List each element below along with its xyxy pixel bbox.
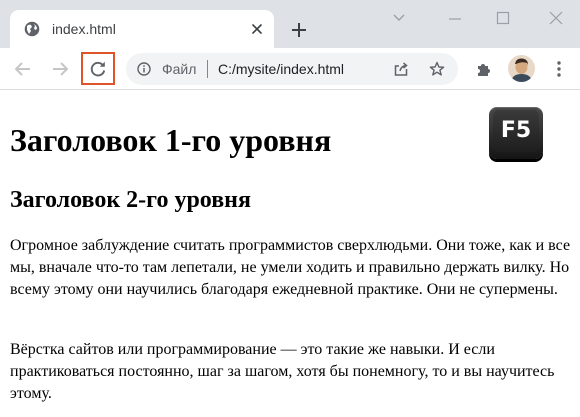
reload-icon	[90, 61, 106, 76]
window-close-icon[interactable]	[549, 11, 563, 25]
star-icon[interactable]	[429, 61, 445, 77]
back-arrow-icon[interactable]	[13, 59, 33, 79]
more-vert-icon[interactable]	[556, 60, 562, 78]
reload-button[interactable]	[81, 52, 115, 85]
page-content: Заголовок 1-го уровня F5 Заголовок 2-го …	[0, 91, 580, 417]
url-text[interactable]: C:/mysite/index.html	[218, 61, 344, 77]
keycap-label: F5	[500, 118, 532, 143]
browser-toolbar: Файл C:/mysite/index.html	[0, 48, 580, 90]
avatar-image	[508, 55, 535, 82]
avatar[interactable]	[508, 55, 535, 82]
page-heading-1: Заголовок 1-го уровня	[10, 122, 332, 158]
tab-active[interactable]: index.html	[10, 10, 274, 48]
tab-title: index.html	[52, 21, 116, 37]
omnibox-divider	[207, 60, 208, 78]
plus-icon[interactable]	[291, 22, 307, 38]
share-icon[interactable]	[393, 61, 409, 77]
paragraph: Огромное заблуждение считать программист…	[10, 237, 571, 298]
f5-key-badge: F5	[489, 107, 543, 159]
puzzle-icon[interactable]	[475, 60, 493, 78]
scheme-label: Файл	[162, 61, 197, 77]
chevron-down-icon[interactable]	[392, 11, 406, 25]
info-icon[interactable]	[137, 62, 151, 76]
minimize-icon[interactable]	[448, 11, 462, 25]
maximize-icon[interactable]	[496, 11, 510, 25]
address-bar[interactable]: Файл C:/mysite/index.html	[126, 53, 458, 85]
close-icon[interactable]	[250, 22, 264, 36]
globe-icon	[24, 21, 40, 37]
paragraph: Вёрстка сайтов или программирование — эт…	[10, 341, 555, 402]
keycap-face: F5	[493, 110, 539, 152]
tab-strip: index.html	[0, 0, 580, 48]
forward-arrow-icon[interactable]	[50, 59, 70, 79]
page-heading-2: Заголовок 2-го уровня	[10, 187, 251, 213]
